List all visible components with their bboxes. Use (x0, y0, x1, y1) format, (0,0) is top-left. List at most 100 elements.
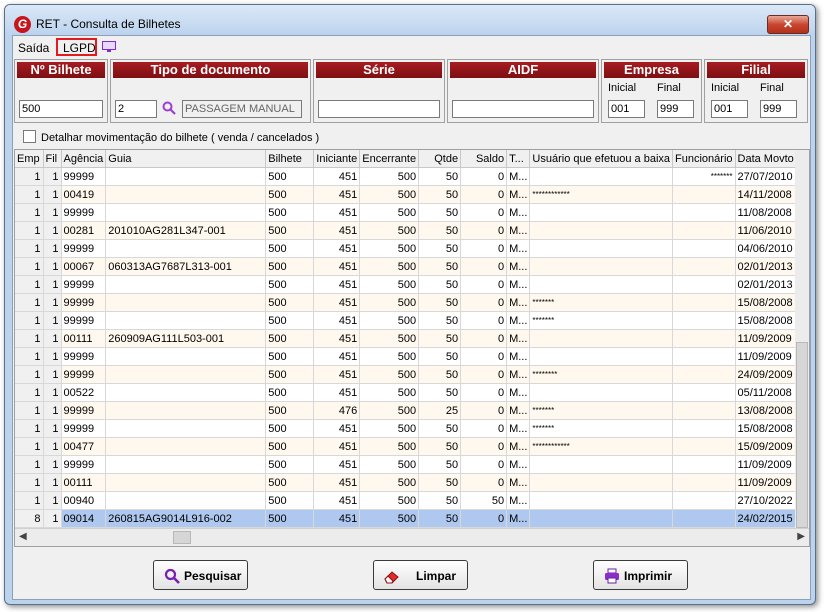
table-cell[interactable]: M... (506, 257, 531, 276)
table-cell[interactable]: 1 (15, 275, 44, 294)
table-row[interactable]: 1 1 00281 201010AG281L347-001 500 451 500 50 0 M.… (15, 221, 798, 240)
table-cell[interactable]: 500 (359, 329, 420, 348)
table-cell[interactable]: 451 (313, 257, 361, 276)
table-cell[interactable]: ************ (529, 185, 674, 204)
table-cell[interactable]: 1 (15, 311, 44, 330)
table-cell[interactable] (672, 257, 736, 276)
table-cell[interactable]: 500 (359, 419, 420, 438)
table-cell[interactable]: 500 (359, 311, 420, 330)
menu-saida[interactable]: Saída (18, 41, 49, 55)
table-cell[interactable]: 1 (43, 365, 62, 384)
table-cell[interactable]: 500 (265, 257, 315, 276)
table-cell[interactable]: 500 (265, 347, 315, 366)
table-cell[interactable] (672, 383, 736, 402)
table-row[interactable]: 8 1 09014 260815AG9014L916-002 500 451 500 50 0 M… (15, 509, 798, 528)
table-cell[interactable] (105, 383, 267, 402)
table-cell[interactable]: 201010AG281L347-001 (105, 221, 267, 240)
col-header[interactable]: Usuário que efetuou a baixa (529, 150, 674, 168)
limpar-button[interactable]: Limpar (373, 560, 468, 590)
table-cell[interactable]: 500 (359, 167, 420, 186)
table-cell[interactable]: 500 (265, 275, 315, 294)
table-cell[interactable]: 500 (359, 401, 420, 420)
col-header[interactable]: Bilhete (265, 150, 315, 168)
table-cell[interactable]: 500 (265, 509, 315, 528)
table-cell[interactable]: 14/11/2008 (735, 185, 798, 204)
table-cell[interactable]: 0 (460, 365, 508, 384)
table-cell[interactable]: 15/08/2008 (735, 419, 798, 438)
table-cell[interactable]: 451 (313, 455, 361, 474)
table-cell[interactable] (672, 275, 736, 294)
table-cell[interactable]: 1 (15, 473, 44, 492)
table-row[interactable]: 1 1 99999 500 476 500 25 0 M... ******* 13/08/2008 (15, 401, 798, 420)
table-cell[interactable]: 500 (265, 455, 315, 474)
table-row[interactable]: 1 1 99999 500 451 500 50 0 M... 04/06/2010 (15, 239, 798, 258)
table-row[interactable]: 1 1 00419 500 451 500 50 0 M... ************ 14/11… (15, 185, 798, 204)
table-cell[interactable] (529, 257, 674, 276)
table-cell[interactable]: 500 (359, 257, 420, 276)
table-cell[interactable]: 500 (265, 401, 315, 420)
table-cell[interactable]: 50 (418, 257, 462, 276)
table-cell[interactable] (529, 203, 674, 222)
table-cell[interactable]: 451 (313, 221, 361, 240)
table-row[interactable]: 1 1 99999 500 451 500 50 0 M... 02/01/2013 (15, 275, 798, 294)
vertical-scroll-thumb[interactable] (796, 342, 808, 528)
table-row[interactable]: 1 1 00477 500 451 500 50 0 M... ************ 15/09… (15, 437, 798, 456)
table-cell[interactable] (672, 473, 736, 492)
table-cell[interactable]: 451 (313, 437, 361, 456)
table-cell[interactable]: 11/06/2010 (735, 221, 798, 240)
table-cell[interactable]: 500 (265, 311, 315, 330)
scroll-right-icon[interactable]: ▶ (797, 531, 805, 542)
col-header[interactable]: Iniciante (313, 150, 361, 168)
table-cell[interactable]: 50 (418, 275, 462, 294)
table-row[interactable]: 1 1 99999 500 451 500 50 0 M... ******* 15/08/2008 (15, 293, 798, 312)
table-cell[interactable]: 1 (43, 239, 62, 258)
table-cell[interactable]: 50 (418, 185, 462, 204)
table-cell[interactable] (672, 185, 736, 204)
table-cell[interactable]: 500 (359, 473, 420, 492)
table-cell[interactable]: 0 (460, 419, 508, 438)
table-cell[interactable]: 500 (359, 203, 420, 222)
table-cell[interactable]: 50 (418, 419, 462, 438)
horizontal-scroll-thumb[interactable] (173, 531, 191, 544)
table-cell[interactable] (529, 275, 674, 294)
table-cell[interactable]: 1 (43, 311, 62, 330)
table-cell[interactable]: 1 (43, 221, 62, 240)
table-cell[interactable]: M... (506, 365, 531, 384)
table-cell[interactable]: 0 (460, 311, 508, 330)
col-header[interactable]: Fil (43, 150, 62, 168)
horizontal-scrollbar[interactable]: ◀ ▶ (15, 528, 809, 546)
table-cell[interactable]: 1 (15, 383, 44, 402)
table-cell[interactable]: 500 (265, 185, 315, 204)
table-cell[interactable]: 500 (359, 509, 420, 528)
table-cell[interactable] (105, 293, 267, 312)
pesquisar-button[interactable]: Pesquisar (153, 560, 248, 590)
table-cell[interactable]: 99999 (61, 239, 107, 258)
col-header[interactable]: Saldo (460, 150, 508, 168)
table-cell[interactable]: 1 (15, 455, 44, 474)
table-cell[interactable]: 0 (460, 473, 508, 492)
table-cell[interactable] (672, 491, 736, 510)
table-cell[interactable] (529, 221, 674, 240)
table-cell[interactable]: 451 (313, 473, 361, 492)
table-cell[interactable]: 50 (418, 167, 462, 186)
table-cell[interactable]: ******* (529, 419, 674, 438)
table-cell[interactable]: 1 (43, 437, 62, 456)
table-cell[interactable]: 0 (460, 275, 508, 294)
table-cell[interactable] (672, 401, 736, 420)
table-cell[interactable]: 1 (43, 203, 62, 222)
table-cell[interactable] (529, 491, 674, 510)
table-cell[interactable]: 1 (15, 419, 44, 438)
table-cell[interactable]: 500 (359, 347, 420, 366)
table-cell[interactable] (529, 329, 674, 348)
table-cell[interactable]: 1 (15, 167, 44, 186)
table-cell[interactable]: 1 (43, 185, 62, 204)
table-cell[interactable]: 500 (359, 239, 420, 258)
table-cell[interactable] (672, 347, 736, 366)
table-cell[interactable]: M... (506, 491, 531, 510)
table-cell[interactable]: 50 (418, 221, 462, 240)
table-cell[interactable]: 451 (313, 365, 361, 384)
table-cell[interactable]: 1 (43, 347, 62, 366)
table-row[interactable]: 1 1 99999 500 451 500 50 0 M... ******* 27/07/2010 (15, 167, 798, 186)
table-cell[interactable]: 15/09/2009 (735, 437, 798, 456)
table-cell[interactable]: 99999 (61, 293, 107, 312)
